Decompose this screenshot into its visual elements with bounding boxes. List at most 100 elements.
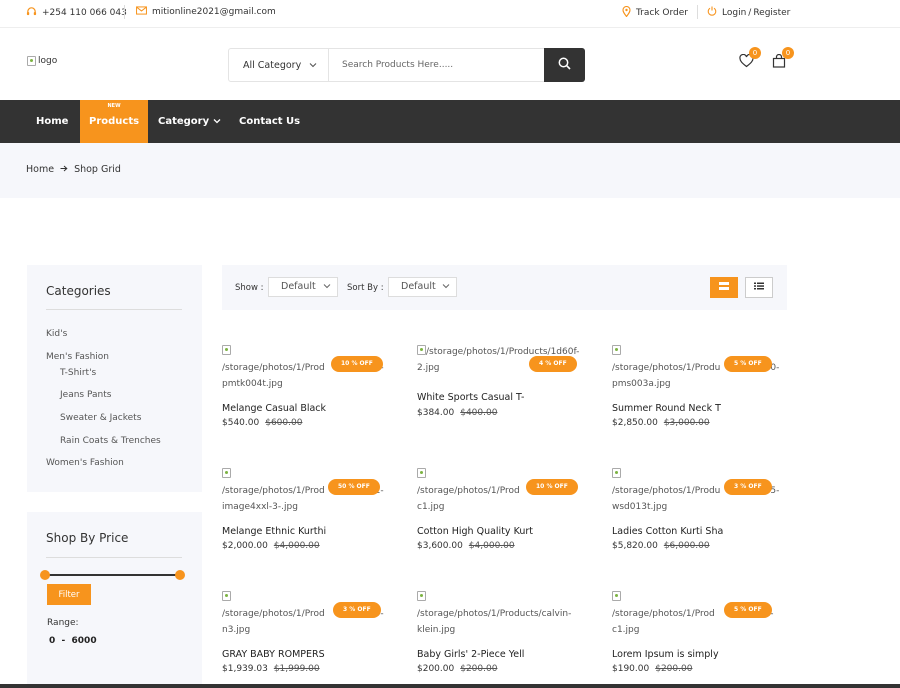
product-title[interactable]: Baby Girls' 2-Piece Yell (417, 649, 524, 660)
current-price: $540.00 (222, 418, 260, 428)
envelope-icon (136, 6, 147, 18)
subcategory-item[interactable]: T-Shirt's (60, 368, 96, 378)
grid-view-button[interactable] (710, 277, 738, 298)
category-item[interactable]: Women's Fashion (46, 458, 124, 468)
image-alt-text: image4xxl-3-.jpg (222, 502, 298, 512)
image-alt-text: 2.jpg (417, 363, 440, 373)
product-price: $190.00 $200.00 (612, 664, 692, 674)
new-badge: NEW (107, 103, 121, 109)
image-alt-text: 0- (770, 363, 780, 373)
breadcrumb-current: Shop Grid (74, 164, 121, 175)
nav-contact[interactable]: Contact Us (239, 100, 300, 143)
slider-min-handle[interactable] (40, 570, 50, 580)
product-card[interactable]: /storage/photos/1/Prod9-n3.jpg 3 % OFF G… (222, 590, 402, 688)
product-title[interactable]: Ladies Cotton Kurti Sha (612, 526, 723, 537)
product-price: $1,939.03 $1,999.00 (222, 664, 320, 674)
cart-button[interactable]: 0 (772, 47, 794, 71)
product-price: $3,600.00 $4,000.00 (417, 541, 515, 551)
nav-category[interactable]: Category (158, 100, 221, 143)
broken-image-icon (222, 468, 231, 478)
sort-label: Sort By : (347, 283, 384, 293)
product-card[interactable]: /storage/photos/1/Prod c1.jpg 10 % OFF Co… (417, 467, 597, 577)
product-price: $540.00 $600.00 (222, 418, 302, 428)
price-range-slider[interactable] (40, 570, 185, 580)
broken-image-icon (612, 345, 621, 355)
login-register: Login / Register (707, 6, 790, 19)
old-price: $6,000.00 (663, 541, 710, 551)
current-price: $200.00 (417, 664, 455, 674)
image-alt-text: klein.jpg (417, 625, 456, 635)
subcategory-item[interactable]: Rain Coats & Trenches (60, 436, 161, 446)
product-price: $5,820.00 $6,000.00 (612, 541, 710, 551)
shop-toolbar: Show : Default Sort By : Default (222, 265, 787, 310)
search-button[interactable] (544, 48, 585, 82)
sort-select[interactable]: Default (388, 277, 457, 297)
product-card[interactable]: /storage/photos/1/Prod7-pmtk004t.jpg 10 … (222, 344, 402, 454)
product-card[interactable]: /storage/photos/1/Prod 2- image4xxl-3-.jpg… (222, 467, 402, 577)
search-input[interactable] (330, 49, 544, 81)
product-card[interactable]: /storage/photos/1/Products/calvin-klein.… (417, 590, 597, 688)
track-order-label[interactable]: Track Order (636, 8, 688, 18)
price-widget: Shop By Price Filter Range: 0 - 6000 (27, 512, 202, 688)
product-title[interactable]: Summer Round Neck T (612, 403, 721, 414)
subcategory-item[interactable]: Jeans Pants (60, 390, 111, 400)
list-view-button[interactable] (745, 277, 773, 298)
nav-products[interactable]: NEW Products (80, 100, 149, 143)
category-item[interactable]: Kid's (46, 329, 67, 339)
product-title[interactable]: Cotton High Quality Kurt (417, 526, 533, 537)
product-card[interactable]: /storage/photos/1/Products/1d60f- 2.jpg 4… (417, 344, 597, 454)
category-item[interactable]: Men's Fashion (46, 352, 109, 362)
categories-title: Categories (46, 284, 111, 298)
breadcrumb-home[interactable]: Home (26, 164, 54, 175)
wishlist-button[interactable]: 0 (739, 47, 761, 70)
track-order-link[interactable]: Track Order (622, 5, 688, 20)
email-info: mitionline2021@gmail.com (136, 6, 276, 18)
product-card[interactable]: /storage/photos/1/Produ 5- wsd013t.jpg 3 %… (612, 467, 792, 577)
phone-info: +254 110 066 043 (26, 6, 127, 20)
image-alt-text: c1.jpg (417, 502, 445, 512)
sale-badge: 4 % OFF (529, 356, 577, 372)
product-title[interactable]: Melange Ethnic Kurthi (222, 526, 326, 537)
product-card[interactable]: /storage/photos/1/Produ 0- pms003a.jpg 5 %… (612, 344, 792, 454)
show-select[interactable]: Default (268, 277, 338, 297)
sale-badge: 3 % OFF (724, 479, 772, 495)
categories-widget: Categories Kid's Men's Fashion T-Shirt's… (27, 265, 202, 492)
old-price: $200.00 (655, 664, 693, 674)
wishlist-count-badge: 0 (749, 47, 761, 59)
login-link[interactable]: Login (722, 8, 746, 18)
old-price: $400.00 (460, 408, 498, 418)
image-alt-text: /storage/photos/1/Prod (222, 486, 325, 496)
range-label: Range: (47, 618, 79, 628)
site-logo[interactable]: logo (27, 56, 57, 66)
product-price: $2,850.00 $3,000.00 (612, 418, 710, 428)
cart-count-badge: 0 (782, 47, 794, 59)
image-alt-text: pms003a.jpg (612, 379, 671, 389)
nav-home[interactable]: Home (36, 100, 68, 143)
slider-max-handle[interactable] (175, 570, 185, 580)
image-alt-text: c1.jpg (612, 625, 640, 635)
product-title[interactable]: Lorem Ipsum is simply (612, 649, 719, 660)
image-alt-text: n3.jpg (222, 625, 251, 635)
image-alt-text: /storage/photos/1/Produ (612, 486, 721, 496)
current-price: $5,820.00 (612, 541, 658, 551)
category-select[interactable]: All Category (229, 49, 329, 81)
current-price: $190.00 (612, 664, 650, 674)
divider (697, 5, 698, 19)
filter-button[interactable]: Filter (47, 584, 91, 605)
broken-image-icon (612, 591, 621, 601)
old-price: $4,000.00 (273, 541, 320, 551)
subcategory-item[interactable]: Sweater & Jackets (60, 413, 141, 423)
broken-image-icon (222, 345, 231, 355)
register-link[interactable]: Register (753, 8, 790, 18)
product-title[interactable]: White Sports Casual T- (417, 392, 524, 403)
shopping-bag-icon (772, 53, 786, 71)
search-bar: All Category (228, 48, 585, 82)
product-title[interactable]: Melange Casual Black (222, 403, 326, 414)
product-image[interactable]: /storage/photos/1/Products/calvin-klein.… (417, 590, 592, 638)
product-title[interactable]: GRAY BABY ROMPERS (222, 649, 325, 660)
image-alt-text: /storage/photos/1/Produ (612, 363, 721, 373)
product-card[interactable]: /storage/photos/1/Prode-c1.jpg 5 % OFF L… (612, 590, 792, 688)
phone-number: +254 110 066 043 (42, 8, 127, 18)
chevron-down-icon (323, 278, 331, 296)
breadcrumb: Home Shop Grid (26, 164, 121, 175)
